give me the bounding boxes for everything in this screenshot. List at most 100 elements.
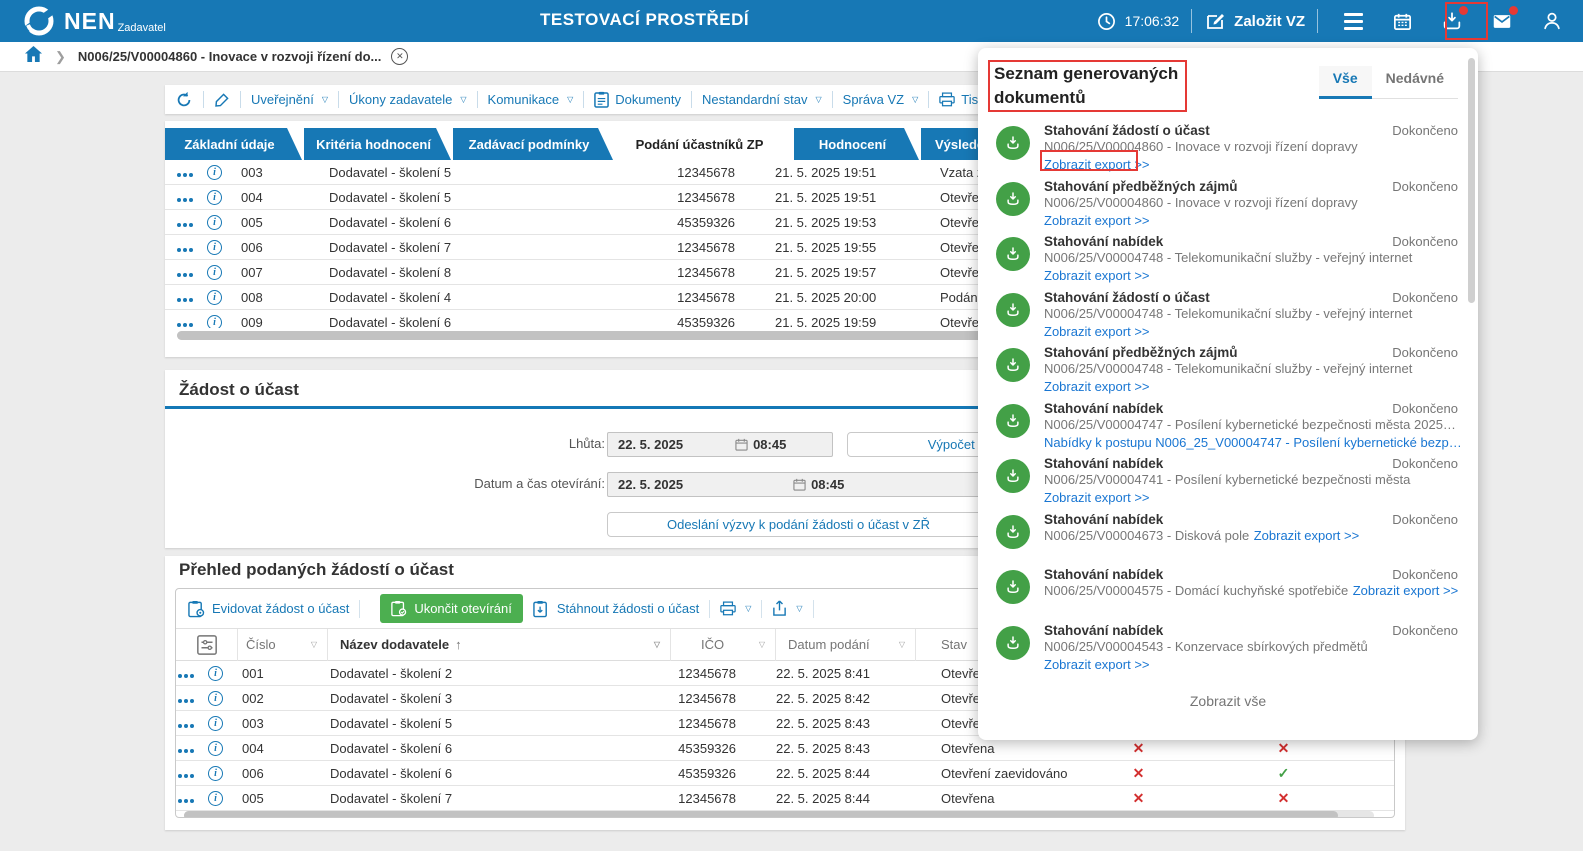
- document-subtitle: N006/25/V00004860 - Inovace v rozvoji ří…: [1044, 195, 1358, 210]
- messages-button[interactable]: [1491, 10, 1513, 32]
- row-info-icon[interactable]: i: [207, 265, 241, 280]
- row-options-icon[interactable]: [178, 666, 208, 681]
- tab-hodnoceni[interactable]: Hodnocení: [794, 128, 919, 160]
- row-number: 006: [242, 766, 330, 781]
- row-info-icon[interactable]: i: [208, 791, 242, 806]
- row-options-icon[interactable]: [177, 290, 207, 305]
- stahnout-zadosti-button[interactable]: Stáhnout žádosti o účast: [533, 600, 699, 618]
- menu-uverejneni[interactable]: Uveřejnění▽: [251, 92, 328, 107]
- row-info-icon[interactable]: i: [207, 290, 241, 305]
- table-row[interactable]: i 006 Dodavatel - školení 6 45359326 22.…: [176, 761, 1394, 786]
- filter-caret-icon[interactable]: ▽: [899, 640, 905, 649]
- tab-podani-ucastniku[interactable]: Podání účastníků ZP: [615, 128, 792, 160]
- submission-date: 21. 5. 2025 19:51: [775, 190, 940, 205]
- ukoncit-oteviranie-button[interactable]: Ukončit otevírání: [380, 594, 523, 623]
- row-options-icon[interactable]: [177, 240, 207, 255]
- row-info-icon[interactable]: i: [208, 666, 242, 681]
- odeslani-vyzvy-button[interactable]: Odeslání výzvy k podání žádosti o účast …: [607, 512, 990, 537]
- document-export-link[interactable]: Zobrazit export >>: [1044, 379, 1150, 394]
- row-options-icon[interactable]: [178, 791, 208, 806]
- row-options-icon[interactable]: [177, 215, 207, 230]
- submission-date: 21. 5. 2025 19:55: [775, 240, 940, 255]
- tab-kriteria-hodnoceni[interactable]: Kritéria hodnocení: [304, 128, 451, 160]
- document-export-link[interactable]: Zobrazit export >>: [1044, 157, 1150, 172]
- create-vz-button[interactable]: Založit VZ: [1204, 10, 1305, 32]
- document-status: Dokončeno: [1392, 401, 1464, 416]
- edit-record-button[interactable]: [214, 92, 230, 108]
- refresh-button[interactable]: [175, 91, 193, 109]
- row-info-icon[interactable]: i: [208, 766, 242, 781]
- column-header-nazev[interactable]: Název dodavatele↑▽: [328, 629, 671, 661]
- table-settings-cell[interactable]: [176, 629, 238, 661]
- nen-logo[interactable]: NEN Zadavatel: [22, 4, 166, 38]
- submission-date: 22. 5. 2025 8:43: [776, 716, 941, 731]
- row-options-icon[interactable]: [177, 265, 207, 280]
- close-icon[interactable]: ✕: [391, 48, 408, 65]
- row-options-icon[interactable]: [178, 716, 208, 731]
- menu-dokumenty[interactable]: Dokumenty: [594, 91, 681, 108]
- menu-sprava-vz[interactable]: Správa VZ▽: [843, 92, 919, 107]
- document-subtitle: N006/25/V00004748 - Telekomunikační služ…: [1044, 361, 1412, 376]
- evidovat-zadost-button[interactable]: Evidovat žádost o účast: [188, 600, 349, 618]
- calendar-button[interactable]: [1391, 10, 1413, 32]
- main-menu-button[interactable]: [1344, 13, 1363, 30]
- document-status: Dokončeno: [1392, 123, 1464, 138]
- document-item: Stahování nabídek Dokončeno N006/25/V000…: [978, 456, 1464, 512]
- document-export-link[interactable]: Zobrazit export >>: [1353, 583, 1459, 598]
- oteviranie-date-value: 22. 5. 2025: [608, 477, 683, 492]
- menu-komunikace[interactable]: Komunikace▽: [488, 92, 574, 107]
- row-options-icon[interactable]: [177, 190, 207, 205]
- document-title: Stahování předběžných zájmů: [1044, 345, 1238, 360]
- row-options-icon[interactable]: [178, 766, 208, 781]
- document-export-link[interactable]: Zobrazit export >>: [1254, 528, 1360, 543]
- lhuta-input[interactable]: 22. 5. 2025 08:45: [607, 432, 833, 457]
- panel-tab-nedavne[interactable]: Nedávné: [1372, 66, 1458, 99]
- row-info-icon[interactable]: i: [207, 215, 241, 230]
- panel-tab-vse[interactable]: Vše: [1319, 66, 1372, 99]
- generated-documents-button[interactable]: [1441, 10, 1463, 32]
- row-info-icon[interactable]: i: [207, 315, 241, 329]
- menu-nestandardni-stav[interactable]: Nestandardní stav▽: [702, 92, 822, 107]
- menu-ukony-zadavatele[interactable]: Úkony zadavatele▽: [349, 92, 467, 107]
- document-export-link[interactable]: Nabídky k postupu N006_25_V00004747 - Po…: [1044, 435, 1462, 450]
- download-success-icon: [996, 237, 1030, 271]
- filter-settings-icon: [196, 634, 218, 656]
- submission-date: 22. 5. 2025 8:42: [776, 691, 941, 706]
- user-profile-button[interactable]: [1541, 10, 1563, 32]
- row-options-icon[interactable]: [177, 315, 207, 329]
- row-options-icon[interactable]: [178, 691, 208, 706]
- row-options-icon[interactable]: [177, 165, 207, 180]
- row-options-icon[interactable]: [178, 741, 208, 756]
- document-export-link[interactable]: Zobrazit export >>: [1044, 490, 1150, 505]
- column-header-cislo[interactable]: Číslo▽: [238, 629, 328, 661]
- panel-scrollbar[interactable]: [1468, 58, 1475, 303]
- row-info-icon[interactable]: i: [207, 240, 241, 255]
- row-info-icon[interactable]: i: [207, 165, 241, 180]
- row-info-icon[interactable]: i: [208, 716, 242, 731]
- export-table-button[interactable]: ▽: [772, 600, 802, 617]
- document-export-link[interactable]: Zobrazit export >>: [1044, 324, 1150, 339]
- document-export-link[interactable]: Zobrazit export >>: [1044, 213, 1150, 228]
- tab-zakladni-udaje[interactable]: Základní údaje: [165, 128, 302, 160]
- breadcrumb-item[interactable]: N006/25/V00004860 - Inovace v rozvoji ří…: [78, 49, 381, 64]
- document-export-link[interactable]: Zobrazit export >>: [1044, 268, 1150, 283]
- row-info-icon[interactable]: i: [208, 691, 242, 706]
- column-header-datum[interactable]: Datum podání▽: [776, 629, 916, 661]
- oteviranie-input[interactable]: 22. 5. 2025 08:45: [607, 472, 997, 497]
- document-title: Stahování nabídek: [1044, 456, 1163, 471]
- table-row[interactable]: i 005 Dodavatel - školení 7 12345678 22.…: [176, 786, 1394, 811]
- horizontal-scrollbar[interactable]: [184, 811, 1374, 818]
- notification-badge: [1459, 6, 1468, 15]
- column-header-ico[interactable]: IČO▽: [671, 629, 776, 661]
- row-number: 006: [241, 240, 329, 255]
- row-info-icon[interactable]: i: [207, 190, 241, 205]
- print-table-button[interactable]: ▽: [720, 601, 751, 616]
- filter-caret-icon[interactable]: ▽: [654, 640, 660, 649]
- filter-caret-icon[interactable]: ▽: [311, 640, 317, 649]
- document-export-link[interactable]: Zobrazit export >>: [1044, 657, 1150, 672]
- filter-caret-icon[interactable]: ▽: [759, 640, 765, 649]
- row-info-icon[interactable]: i: [208, 741, 242, 756]
- home-icon[interactable]: [24, 45, 43, 68]
- tab-zadavaci-podminky[interactable]: Zadávací podmínky: [453, 128, 613, 160]
- show-all-link[interactable]: Zobrazit vše: [978, 693, 1478, 709]
